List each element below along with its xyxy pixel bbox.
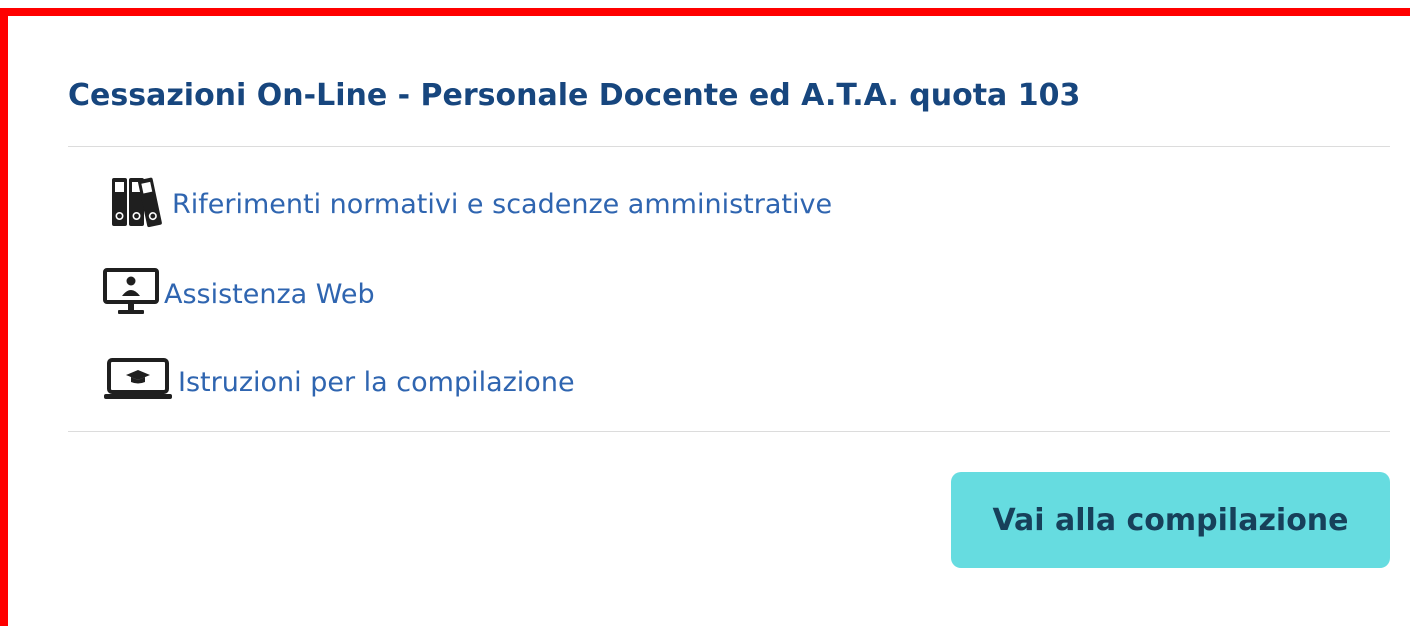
monitor-user-icon (102, 266, 164, 322)
link-label: Riferimenti normativi e scadenze amminis… (172, 188, 833, 220)
card-frame: Cessazioni On-Line - Personale Docente e… (0, 8, 1410, 626)
link-istruzioni-compilazione[interactable]: Istruzioni per la compilazione (102, 354, 575, 410)
link-assistenza-web[interactable]: Assistenza Web (102, 266, 375, 322)
binders-icon (110, 174, 172, 234)
divider-bottom (68, 431, 1390, 432)
link-riferimenti-normativi[interactable]: Riferimenti normativi e scadenze amminis… (110, 174, 832, 234)
vai-alla-compilazione-button[interactable]: Vai alla compilazione (951, 472, 1390, 568)
laptop-graduation-icon (102, 354, 178, 410)
card-title: Cessazioni On-Line - Personale Docente e… (68, 78, 1081, 113)
link-label: Assistenza Web (164, 278, 375, 310)
link-label: Istruzioni per la compilazione (178, 366, 575, 398)
divider-top (68, 146, 1390, 147)
